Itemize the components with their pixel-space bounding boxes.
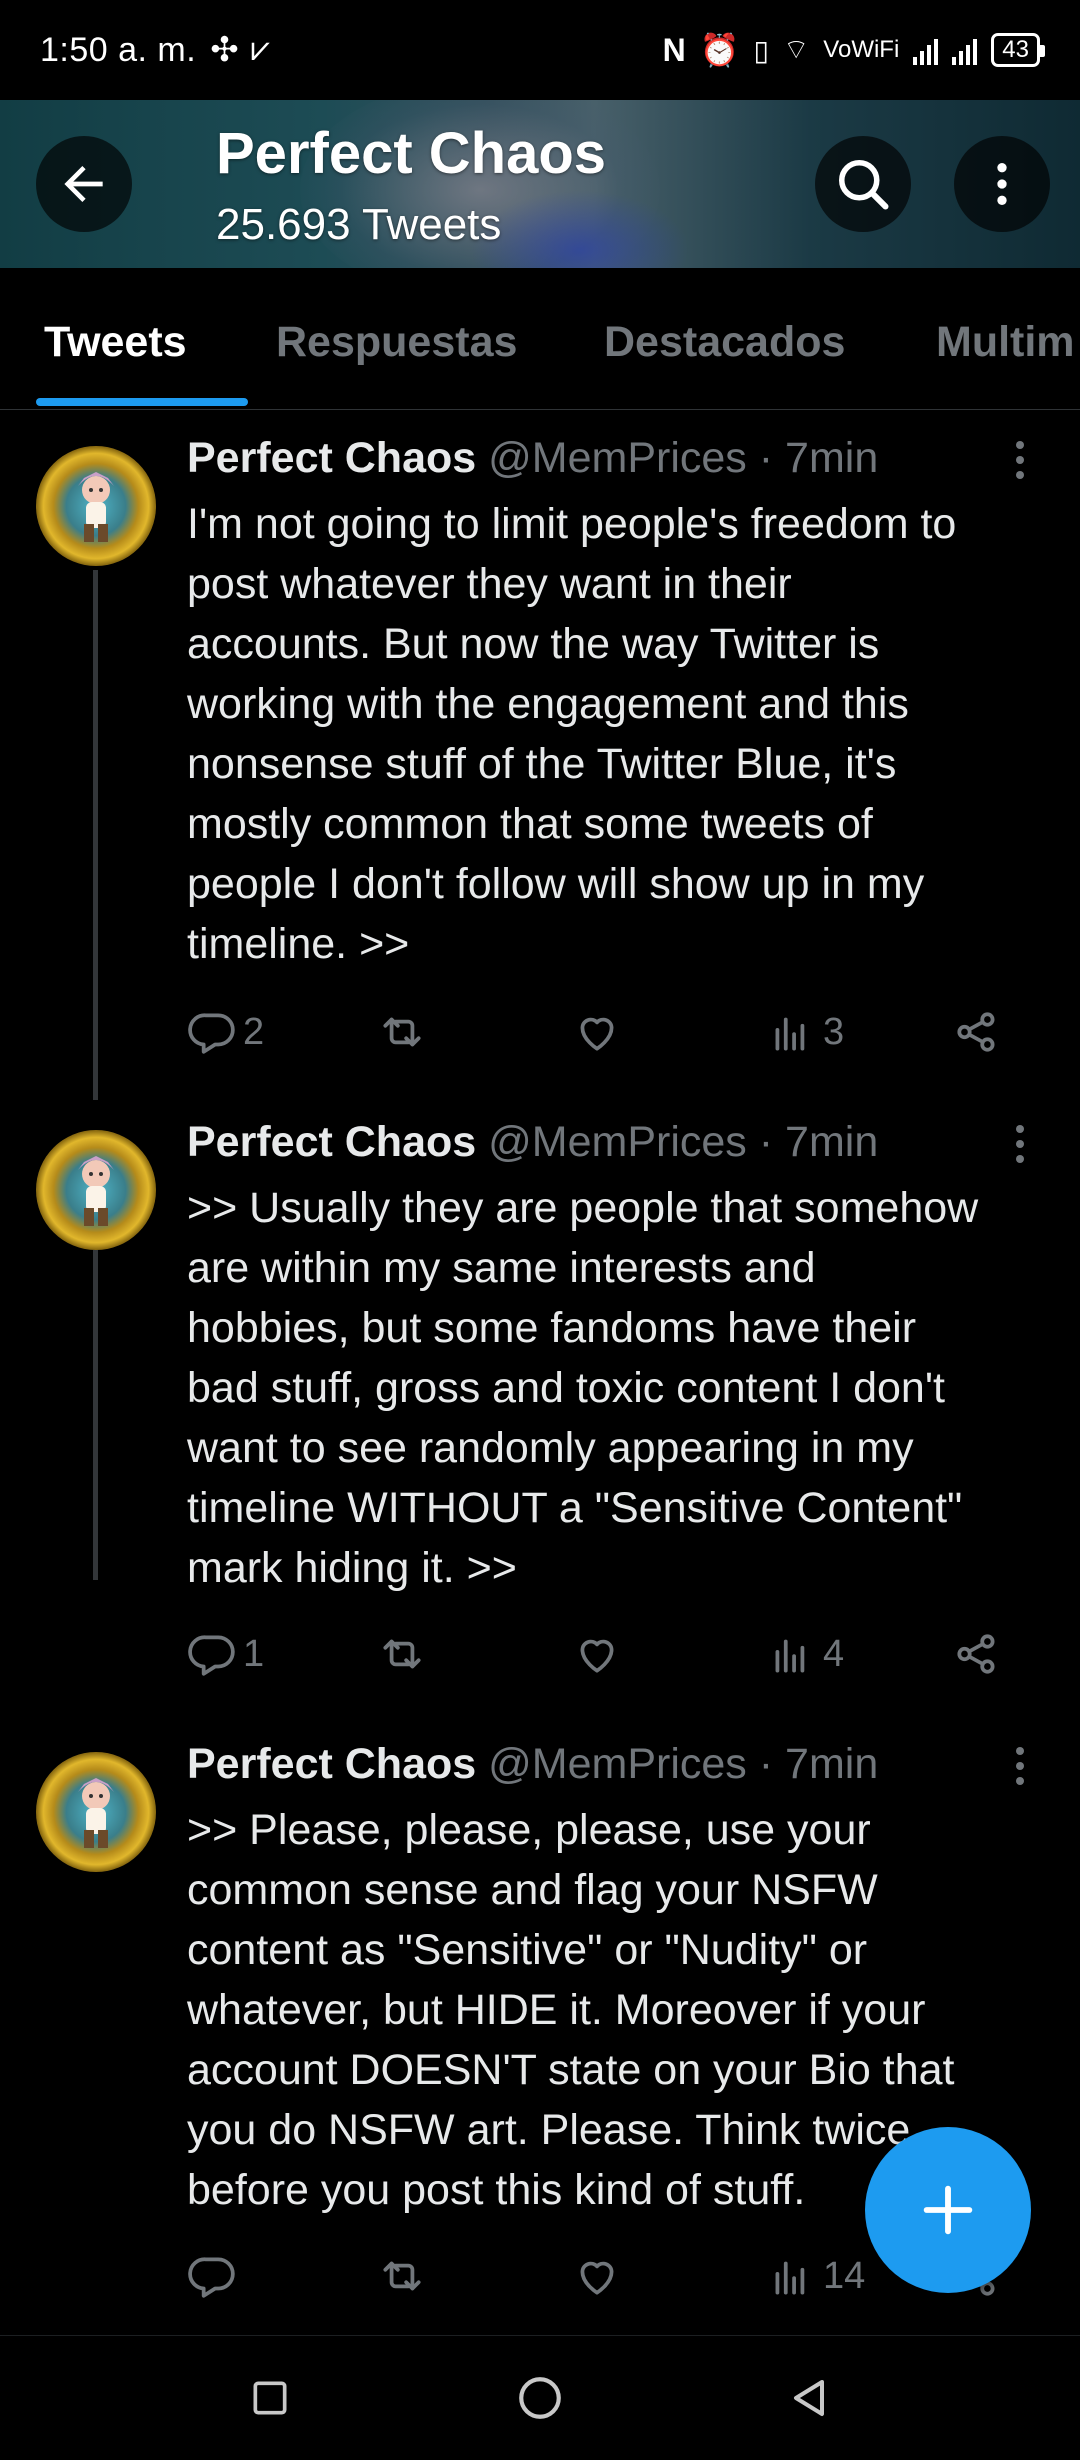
status-time: 1:50 a. m. [40,30,197,69]
tweet-feed: Perfect Chaos @MemPrices · 7min I'm not … [0,410,1080,2335]
circle-icon [519,2377,561,2419]
avatar-character-image [78,1778,114,1848]
share-button[interactable] [952,1002,1002,1062]
tweet-text: >> Usually they are people that somehow … [187,1184,979,1592]
tweet-author-name[interactable]: Perfect Chaos [187,434,476,482]
tweet-author-handle[interactable]: @MemPrices [488,434,747,482]
recents-button[interactable] [238,2366,302,2430]
avatar[interactable] [36,446,156,566]
tab-respuestas[interactable]: Respuestas [276,318,517,367]
status-bar: 1:50 a. m. ✣ ⩗ N ⏰ ▯ ⌔ VoWiFi 43 [0,0,1080,100]
tab-tweets[interactable]: Tweets [44,318,187,367]
avatar[interactable] [36,1752,156,1872]
download-done-icon: ⩗ [250,30,270,68]
retweet-button[interactable] [377,1624,427,1684]
vertical-dots-icon [997,163,1007,205]
reply-button[interactable]: 2 [187,1002,264,1062]
analytics-icon [775,2261,805,2295]
nfc-icon: N [662,31,686,68]
reply-icon [188,1013,235,1054]
tweet-time[interactable]: 7min [785,1740,878,1788]
retweet-button[interactable] [377,2246,427,2306]
tweet-author-name[interactable]: Perfect Chaos [187,1118,476,1166]
compose-tweet-button[interactable] [865,2127,1031,2293]
views-button[interactable]: 14 [767,2246,865,2306]
system-navigation-bar [0,2335,1080,2460]
profile-header: Perfect Chaos 25.693 Tweets [0,100,1080,268]
avatar-character-image [78,1156,114,1226]
views-button[interactable]: 3 [767,1002,844,1062]
pinwheel-icon: ✣ [210,31,239,69]
triangle-back-icon [794,2380,824,2416]
back-button[interactable] [36,136,132,232]
retweet-icon [383,1639,421,1669]
signal-icon [913,35,939,65]
square-icon [253,2381,287,2415]
tweet-menu-button[interactable] [1005,1119,1035,1169]
heart-icon [580,1017,614,1051]
reply-count: 1 [243,1632,265,1675]
retweet-icon [383,2261,421,2291]
home-button[interactable] [508,2366,572,2430]
like-button[interactable] [572,1002,622,1062]
search-button[interactable] [815,136,911,232]
battery-icon: 43 [991,33,1045,67]
alarm-icon: ⏰ [699,32,740,68]
more-options-button[interactable] [954,136,1050,232]
reply-icon [188,1635,235,1676]
signal-icon-2 [952,35,978,65]
plus-icon [923,2185,973,2235]
like-button[interactable] [572,2246,622,2306]
tweet-count: 25.693 Tweets [216,200,502,249]
tab-multimedia[interactable]: Multim [936,318,1075,367]
analytics-icon [775,1017,805,1051]
profile-name: Perfect Chaos [216,121,607,186]
like-button[interactable] [572,1624,622,1684]
views-count: 14 [823,2254,866,2297]
tweet-author-handle[interactable]: @MemPrices [488,1740,747,1788]
tweet-actions: 1 4 [187,1624,1047,1684]
tweet-time[interactable]: 7min [785,1118,878,1166]
tweet-author-handle[interactable]: @MemPrices [488,1118,747,1166]
tab-destacados[interactable]: Destacados [604,318,845,367]
tweet-author-name[interactable]: Perfect Chaos [187,1740,476,1788]
views-count: 3 [823,1010,845,1053]
back-arrow-icon [64,166,103,202]
views-button[interactable]: 4 [767,1624,844,1684]
reply-button[interactable]: 1 [187,1624,264,1684]
active-tab-indicator [36,398,248,406]
retweet-icon [383,1017,421,1047]
tweet[interactable]: Perfect Chaos @MemPrices · 7min >> Usual… [0,1094,1080,1714]
tweet-time[interactable]: 7min [785,434,878,482]
avatar-character-image [78,472,114,542]
profile-tabs: Tweets Respuestas Destacados Multim [0,268,1080,410]
share-icon [957,1012,995,1052]
analytics-icon [775,1639,805,1673]
wifi-icon: ⌔ [782,33,810,65]
reply-icon [188,2257,235,2298]
back-nav-button[interactable] [776,2366,840,2430]
vowifi-label: VoWiFi [823,36,900,63]
views-count: 4 [823,1632,845,1675]
share-icon [957,1634,995,1674]
retweet-button[interactable] [377,1002,427,1062]
reply-count: 2 [243,1010,265,1053]
tweet-actions: 2 3 [187,1002,1047,1062]
tweet-menu-button[interactable] [1005,1741,1035,1791]
battery-level: 43 [1002,36,1029,63]
avatar[interactable] [36,1130,156,1250]
share-button[interactable] [952,1624,1002,1684]
tweet-text: I'm not going to limit people's freedom … [187,500,957,968]
vibrate-icon: ▯ [753,34,769,66]
heart-icon [580,1639,614,1673]
search-icon [839,160,889,210]
tweet[interactable]: Perfect Chaos @MemPrices · 7min I'm not … [0,410,1080,1090]
heart-icon [580,2261,614,2295]
reply-button[interactable] [187,2246,243,2306]
tweet-menu-button[interactable] [1005,435,1035,485]
